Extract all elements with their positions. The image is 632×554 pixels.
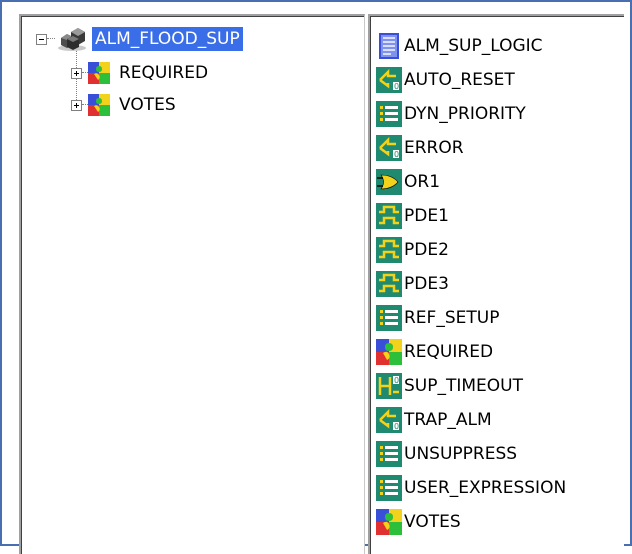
list-item[interactable]: PDE2 xyxy=(376,235,449,265)
list-item[interactable]: REF_SETUP xyxy=(376,303,499,333)
expand-toggle-icon[interactable] xyxy=(71,99,82,111)
svg-text:0: 0 xyxy=(394,150,399,159)
list-item[interactable]: 0 ERROR xyxy=(376,133,464,163)
list-item[interactable]: PDE1 xyxy=(376,201,449,231)
list-item[interactable]: USER_EXPRESSION xyxy=(376,473,566,503)
pulse-detect-icon xyxy=(376,271,402,297)
list-item-label: REQUIRED xyxy=(404,342,494,362)
list-item[interactable]: DYN_PRIORITY xyxy=(376,99,526,129)
svg-text:0: 0 xyxy=(394,376,399,385)
composite-block-icon xyxy=(376,339,402,365)
list-item-label: AUTO_RESET xyxy=(404,70,515,90)
function-block-icon: 0 xyxy=(376,135,402,161)
list-item-label: DYN_PRIORITY xyxy=(404,104,526,124)
list-item[interactable]: ALM_SUP_LOGIC xyxy=(376,31,543,61)
list-item-label: USER_EXPRESSION xyxy=(404,478,567,498)
tree-connector xyxy=(47,38,55,40)
pulse-detect-icon xyxy=(376,203,402,229)
list-item-label: OR1 xyxy=(404,172,441,192)
svg-text:0: 0 xyxy=(394,82,399,91)
expand-toggle-icon[interactable] xyxy=(71,67,82,79)
logic-sheet-icon xyxy=(379,33,399,59)
list-item[interactable]: REQUIRED xyxy=(376,337,493,367)
tree-node-label[interactable]: REQUIRED xyxy=(116,61,211,85)
composite-block-icon xyxy=(88,62,110,84)
list-item[interactable]: PDE3 xyxy=(376,269,449,299)
or-gate-icon xyxy=(376,169,402,195)
parameter-list-icon xyxy=(376,475,402,501)
tree-node-votes[interactable]: VOTES xyxy=(71,90,179,120)
module-icon xyxy=(58,28,86,51)
composite-block-icon xyxy=(88,94,110,116)
parameter-list-icon xyxy=(376,441,402,467)
function-block-icon: 0 xyxy=(376,407,402,433)
timer-icon: 0 xyxy=(376,373,402,399)
list-item[interactable]: UNSUPPRESS xyxy=(376,439,517,469)
list-item-label: UNSUPPRESS xyxy=(404,444,518,464)
list-item[interactable]: OR1 xyxy=(376,167,440,197)
list-item-label: PDE2 xyxy=(404,240,449,260)
list-item[interactable]: 0 SUP_TIMEOUT xyxy=(376,371,523,401)
parameter-list-icon xyxy=(376,101,402,127)
pulse-detect-icon xyxy=(376,237,402,263)
list-item-label: REF_SETUP xyxy=(404,308,500,328)
svg-text:0: 0 xyxy=(394,422,399,431)
tree-node-required[interactable]: REQUIRED xyxy=(71,58,211,88)
tree-node-root[interactable]: ALM_FLOOD_SUP xyxy=(36,24,244,54)
list-item[interactable]: VOTES xyxy=(376,507,461,537)
list-item[interactable]: 0 TRAP_ALM xyxy=(376,405,492,435)
list-item-label: SUP_TIMEOUT xyxy=(404,376,523,396)
list-item-label: PDE1 xyxy=(404,206,449,226)
tree-node-label[interactable]: VOTES xyxy=(116,93,179,117)
collapse-toggle-icon[interactable] xyxy=(36,33,47,45)
list-item-label: TRAP_ALM xyxy=(404,410,492,430)
list-item-label: VOTES xyxy=(404,512,461,532)
composite-block-icon xyxy=(376,509,402,535)
function-block-icon: 0 xyxy=(376,67,402,93)
list-item[interactable]: 0 AUTO_RESET xyxy=(376,65,515,95)
tree-node-label[interactable]: ALM_FLOOD_SUP xyxy=(91,26,244,52)
parameter-list-icon xyxy=(376,305,402,331)
list-item-label: ALM_SUP_LOGIC xyxy=(404,36,543,56)
list-item-label: PDE3 xyxy=(404,274,449,294)
module-tree-pane[interactable]: ALM_FLOOD_SUP REQUIRED VOTES xyxy=(19,14,365,554)
list-item-label: ERROR xyxy=(404,138,464,158)
contents-list-pane[interactable]: ALM_SUP_LOGIC 0 AUTO_RESET DYN_PRIORITY xyxy=(368,14,624,554)
